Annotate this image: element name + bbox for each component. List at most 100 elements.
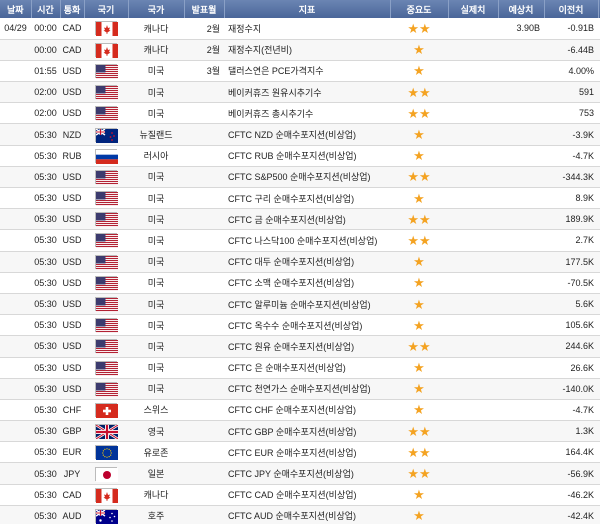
row-flag bbox=[84, 229, 128, 252]
row-indicator[interactable]: CFTC 옥수수 순매수포지션(비상업) bbox=[224, 314, 390, 337]
table-row[interactable]: 05:30 CAD 캐나다 CFTC CAD 순매수포지션(비상업) ★ -46.2K bbox=[0, 484, 600, 506]
row-indicator[interactable]: CFTC 알루미늄 순매수포지션(비상업) bbox=[224, 293, 390, 316]
table-row[interactable]: 05:30 USD 미국 CFTC 원유 순매수포지션(비상업) ★★ 244.6K bbox=[0, 335, 600, 358]
row-country: 미국 bbox=[128, 208, 184, 231]
row-previous: 244.6K bbox=[544, 335, 598, 358]
row-time: 05:30 bbox=[31, 187, 60, 210]
header-date: 날짜 bbox=[0, 0, 32, 18]
table-row[interactable]: 05:30 USD 미국 CFTC 옥수수 순매수포지션(비상업) ★ 105.6K bbox=[0, 314, 600, 337]
table-row[interactable]: 05:30 JPY 일본 CFTC JPY 순매수포지션(비상업) ★★ -56.9K bbox=[0, 462, 600, 485]
row-date bbox=[0, 357, 31, 379]
row-actual bbox=[448, 187, 498, 210]
row-actual bbox=[448, 229, 498, 252]
row-time: 05:30 bbox=[31, 399, 60, 422]
table-row[interactable]: 05:30 USD 미국 CFTC 금 순매수포지션(비상업) ★★ 189.9K bbox=[0, 208, 600, 231]
row-date bbox=[0, 378, 31, 400]
row-indicator[interactable]: CFTC CAD 순매수포지션(비상업) bbox=[224, 484, 390, 506]
row-date bbox=[0, 251, 31, 273]
row-flag bbox=[84, 208, 128, 231]
table-row[interactable]: 01:55 USD 미국 3월 댈러스연은 PCE가격지수 ★ 4.00% bbox=[0, 60, 600, 83]
table-row[interactable]: 05:30 CHF 스위스 CFTC CHF 순매수포지션(비상업) ★ -4.7K bbox=[0, 399, 600, 422]
eu-flag-icon bbox=[95, 445, 118, 461]
canada-flag-icon bbox=[95, 21, 118, 37]
row-indicator[interactable]: CFTC S&P500 순매수포지션(비상업) bbox=[224, 166, 390, 189]
row-indicator[interactable]: CFTC NZD 순매수포지션(비상업) bbox=[224, 123, 390, 146]
row-forecast bbox=[498, 357, 544, 379]
table-row[interactable]: 02:00 USD 미국 베이커휴즈 총시추기수 ★★ 753 bbox=[0, 102, 600, 125]
row-indicator[interactable]: 베이커휴즈 원유시추기수 bbox=[224, 81, 390, 104]
row-forecast bbox=[498, 462, 544, 485]
row-actual bbox=[448, 462, 498, 485]
table-row[interactable]: 05:30 USD 미국 CFTC 대두 순매수포지션(비상업) ★ 177.5K bbox=[0, 251, 600, 273]
row-period bbox=[184, 441, 224, 464]
row-indicator[interactable]: CFTC 천연가스 순매수포지션(비상업) bbox=[224, 378, 390, 400]
table-row[interactable]: 05:30 USD 미국 CFTC 구리 순매수포지션(비상업) ★ 8.9K bbox=[0, 187, 600, 210]
table-row[interactable]: 05:30 USD 미국 CFTC 천연가스 순매수포지션(비상업) ★ -140.0K bbox=[0, 378, 600, 400]
table-row[interactable]: 00:00 CAD 캐나다 2월 재정수지(전년비) ★ -6.44B bbox=[0, 39, 600, 61]
table-row[interactable]: 05:30 USD 미국 CFTC S&P500 순매수포지션(비상업) ★★ -344.… bbox=[0, 166, 600, 189]
row-time: 05:30 bbox=[31, 420, 60, 443]
row-indicator[interactable]: 댈러스연은 PCE가격지수 bbox=[224, 60, 390, 83]
row-time: 05:30 bbox=[31, 208, 60, 231]
row-indicator[interactable]: CFTC 은 순매수포지션(비상업) bbox=[224, 357, 390, 379]
importance-stars: ★ bbox=[390, 123, 448, 146]
row-previous: -6.44B bbox=[544, 39, 598, 61]
table-row[interactable]: 05:30 USD 미국 CFTC 나스닥100 순매수포지션(비상업) ★★ 2.7K bbox=[0, 229, 600, 252]
row-country: 캐나다 bbox=[128, 18, 184, 40]
row-period bbox=[184, 123, 224, 146]
header-period: 발표월 bbox=[184, 0, 225, 18]
row-currency: USD bbox=[60, 166, 84, 189]
importance-stars: ★ bbox=[390, 272, 448, 294]
row-indicator[interactable]: CFTC AUD 순매수포지션(비상업) bbox=[224, 505, 390, 524]
row-country: 미국 bbox=[128, 81, 184, 104]
row-indicator[interactable]: CFTC 금 순매수포지션(비상업) bbox=[224, 208, 390, 231]
row-forecast bbox=[498, 208, 544, 231]
row-indicator[interactable]: CFTC JPY 순매수포지션(비상업) bbox=[224, 462, 390, 485]
row-country: 미국 bbox=[128, 166, 184, 189]
row-date bbox=[0, 462, 31, 485]
row-indicator[interactable]: CFTC EUR 순매수포지션(비상업) bbox=[224, 441, 390, 464]
table-row[interactable]: 05:30 EUR 유로존 CFTC EUR 순매수포지션(비상업) ★★ 164.4K bbox=[0, 441, 600, 464]
row-flag bbox=[84, 505, 128, 524]
row-currency: USD bbox=[60, 378, 84, 400]
row-indicator[interactable]: CFTC CHF 순매수포지션(비상업) bbox=[224, 399, 390, 422]
row-date bbox=[0, 187, 31, 210]
row-actual bbox=[448, 18, 498, 40]
row-previous: 4.00% bbox=[544, 60, 598, 83]
row-period bbox=[184, 251, 224, 273]
importance-stars: ★ bbox=[390, 293, 448, 316]
table-row[interactable]: 05:30 USD 미국 CFTC 알루미늄 순매수포지션(비상업) ★ 5.6K bbox=[0, 293, 600, 316]
row-indicator[interactable]: 베이커휴즈 총시추기수 bbox=[224, 102, 390, 125]
row-indicator[interactable]: CFTC 구리 순매수포지션(비상업) bbox=[224, 187, 390, 210]
table-row[interactable]: 05:30 RUB 러시아 CFTC RUB 순매수포지션(비상업) ★ -4.7K bbox=[0, 145, 600, 167]
row-flag bbox=[84, 378, 128, 400]
table-row[interactable]: 05:30 USD 미국 CFTC 소맥 순매수포지션(비상업) ★ -70.5K bbox=[0, 272, 600, 294]
table-row[interactable]: 05:30 NZD 뉴질랜드 CFTC NZD 순매수포지션(비상업) ★ -3.9K bbox=[0, 123, 600, 146]
table-row[interactable]: 04/29 00:00 CAD 캐나다 2월 재정수지 ★★ 3.90B -0.91B bbox=[0, 18, 600, 40]
row-flag bbox=[84, 166, 128, 189]
row-indicator[interactable]: 재정수지 bbox=[224, 18, 390, 40]
row-time: 05:30 bbox=[31, 123, 60, 146]
row-previous: -42.4K bbox=[544, 505, 598, 524]
row-forecast bbox=[498, 420, 544, 443]
row-period bbox=[184, 81, 224, 104]
row-indicator[interactable]: CFTC 대두 순매수포지션(비상업) bbox=[224, 251, 390, 273]
table-row[interactable]: 02:00 USD 미국 베이커휴즈 원유시추기수 ★★ 591 bbox=[0, 81, 600, 104]
row-indicator[interactable]: CFTC 나스닥100 순매수포지션(비상업) bbox=[224, 229, 390, 252]
table-row[interactable]: 05:30 USD 미국 CFTC 은 순매수포지션(비상업) ★ 26.6K bbox=[0, 357, 600, 379]
importance-stars: ★ bbox=[390, 484, 448, 506]
row-currency: CAD bbox=[60, 484, 84, 506]
row-flag bbox=[84, 335, 128, 358]
row-period bbox=[184, 187, 224, 210]
usa-flag-icon bbox=[95, 360, 118, 376]
row-indicator[interactable]: CFTC GBP 순매수포지션(비상업) bbox=[224, 420, 390, 443]
row-indicator[interactable]: 재정수지(전년비) bbox=[224, 39, 390, 61]
row-currency: USD bbox=[60, 102, 84, 125]
row-date bbox=[0, 505, 31, 524]
row-indicator[interactable]: CFTC RUB 순매수포지션(비상업) bbox=[224, 145, 390, 167]
row-indicator[interactable]: CFTC 원유 순매수포지션(비상업) bbox=[224, 335, 390, 358]
row-indicator[interactable]: CFTC 소맥 순매수포지션(비상업) bbox=[224, 272, 390, 294]
table-row[interactable]: 05:30 GBP 영국 CFTC GBP 순매수포지션(비상업) ★★ 1.3K bbox=[0, 420, 600, 443]
row-currency: CAD bbox=[60, 39, 84, 61]
table-row[interactable]: 05:30 AUD 호주 CFTC AUD 순매수포지션(비상업) ★ -42.4K bbox=[0, 505, 600, 524]
